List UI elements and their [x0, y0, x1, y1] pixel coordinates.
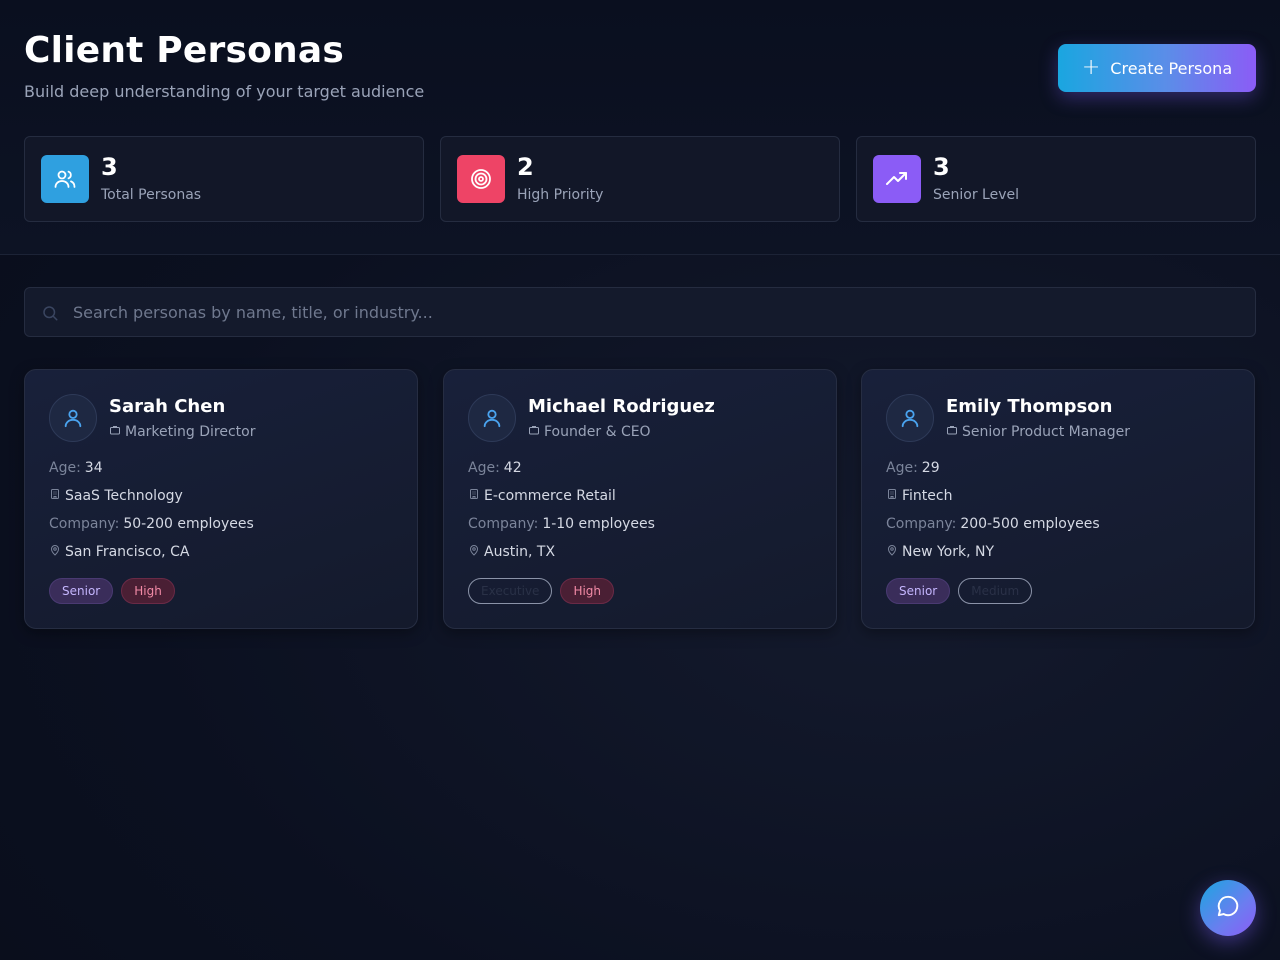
age-label: Age: — [468, 460, 500, 476]
building-icon — [49, 488, 61, 504]
create-persona-button[interactable]: + Create Persona — [1058, 44, 1256, 92]
age-label: Age: — [886, 460, 918, 476]
create-persona-label: Create Persona — [1110, 58, 1233, 78]
tag-list: Executive High — [468, 578, 615, 604]
search-bar — [24, 287, 1256, 337]
stat-card-total: 3 Total Personas — [24, 136, 424, 222]
persona-title-text: Senior Product Manager — [962, 424, 1131, 440]
persona-card[interactable]: Michael Rodriguez Founder & CEO Age: 42 … — [443, 369, 837, 629]
target-icon — [457, 155, 505, 203]
trending-up-icon — [873, 155, 921, 203]
user-icon — [886, 394, 934, 442]
map-pin-icon — [886, 544, 898, 560]
tag-priority: Medium — [958, 578, 1033, 604]
persona-name: Michael Rodriguez — [528, 396, 715, 417]
persona-age: Age: 34 — [49, 460, 103, 476]
stat-value: 3 — [933, 153, 950, 181]
users-icon — [41, 155, 89, 203]
stat-card-senior: 3 Senior Level — [856, 136, 1256, 222]
location-value: Austin, TX — [484, 544, 556, 560]
company-value: 50-200 employees — [123, 516, 254, 532]
company-value: 200-500 employees — [960, 516, 1100, 532]
search-input[interactable] — [73, 288, 1243, 336]
briefcase-icon — [109, 424, 121, 440]
plus-icon: + — [1081, 55, 1101, 80]
building-icon — [468, 488, 480, 504]
page-subtitle: Build deep understanding of your target … — [24, 82, 425, 101]
industry-value: E-commerce Retail — [484, 488, 616, 504]
briefcase-icon — [528, 424, 540, 440]
persona-industry: E-commerce Retail — [468, 488, 616, 504]
persona-location: New York, NY — [886, 544, 994, 560]
tag-level: Senior — [886, 578, 951, 604]
persona-age: Age: 29 — [886, 460, 940, 476]
header: Client Personas Build deep understanding… — [0, 0, 1280, 255]
age-value: 42 — [503, 460, 522, 476]
persona-location: San Francisco, CA — [49, 544, 189, 560]
briefcase-icon — [946, 424, 958, 440]
tag-priority: High — [121, 578, 175, 604]
user-icon — [49, 394, 97, 442]
stat-label: Total Personas — [101, 187, 202, 203]
persona-name: Emily Thompson — [946, 396, 1113, 417]
company-label: Company: — [886, 516, 957, 532]
stat-value: 3 — [101, 153, 118, 181]
age-value: 34 — [84, 460, 103, 476]
chat-bubble-icon — [1215, 893, 1241, 923]
chat-button[interactable] — [1200, 880, 1256, 936]
industry-value: Fintech — [902, 488, 953, 504]
persona-industry: Fintech — [886, 488, 952, 504]
stat-label: High Priority — [517, 187, 604, 203]
persona-company: Company: 50-200 employees — [49, 516, 254, 532]
tag-priority: High — [560, 578, 615, 604]
user-icon — [468, 394, 516, 442]
company-value: 1-10 employees — [542, 516, 655, 532]
stat-card-high-priority: 2 High Priority — [440, 136, 840, 222]
persona-company: Company: 1-10 employees — [468, 516, 655, 532]
persona-title-text: Marketing Director — [125, 424, 256, 440]
persona-industry: SaaS Technology — [49, 488, 183, 504]
persona-card[interactable]: Emily Thompson Senior Product Manager Ag… — [861, 369, 1255, 629]
persona-name: Sarah Chen — [109, 396, 226, 417]
tag-list: Senior High — [49, 578, 175, 604]
stat-value: 2 — [517, 153, 534, 181]
company-label: Company: — [49, 516, 120, 532]
page: Client Personas Build deep understanding… — [0, 0, 1280, 960]
age-value: 29 — [921, 460, 940, 476]
persona-age: Age: 42 — [468, 460, 522, 476]
tag-level: Senior — [49, 578, 114, 604]
map-pin-icon — [49, 544, 61, 560]
persona-card[interactable]: Sarah Chen Marketing Director Age: 34 Sa… — [24, 369, 418, 629]
building-icon — [886, 488, 898, 504]
industry-value: SaaS Technology — [65, 488, 183, 504]
tag-list: Senior Medium — [886, 578, 1033, 604]
stat-label: Senior Level — [933, 187, 1019, 203]
location-value: San Francisco, CA — [65, 544, 190, 560]
persona-title: Marketing Director — [109, 424, 255, 440]
age-label: Age: — [49, 460, 81, 476]
location-value: New York, NY — [902, 544, 995, 560]
persona-title: Senior Product Manager — [946, 424, 1130, 440]
persona-title: Founder & CEO — [528, 424, 651, 440]
map-pin-icon — [468, 544, 480, 560]
tag-level: Executive — [468, 578, 553, 604]
persona-location: Austin, TX — [468, 544, 555, 560]
search-icon — [41, 304, 59, 326]
persona-title-text: Founder & CEO — [544, 424, 651, 440]
page-title: Client Personas — [24, 30, 344, 71]
persona-company: Company: 200-500 employees — [886, 516, 1100, 532]
company-label: Company: — [468, 516, 539, 532]
